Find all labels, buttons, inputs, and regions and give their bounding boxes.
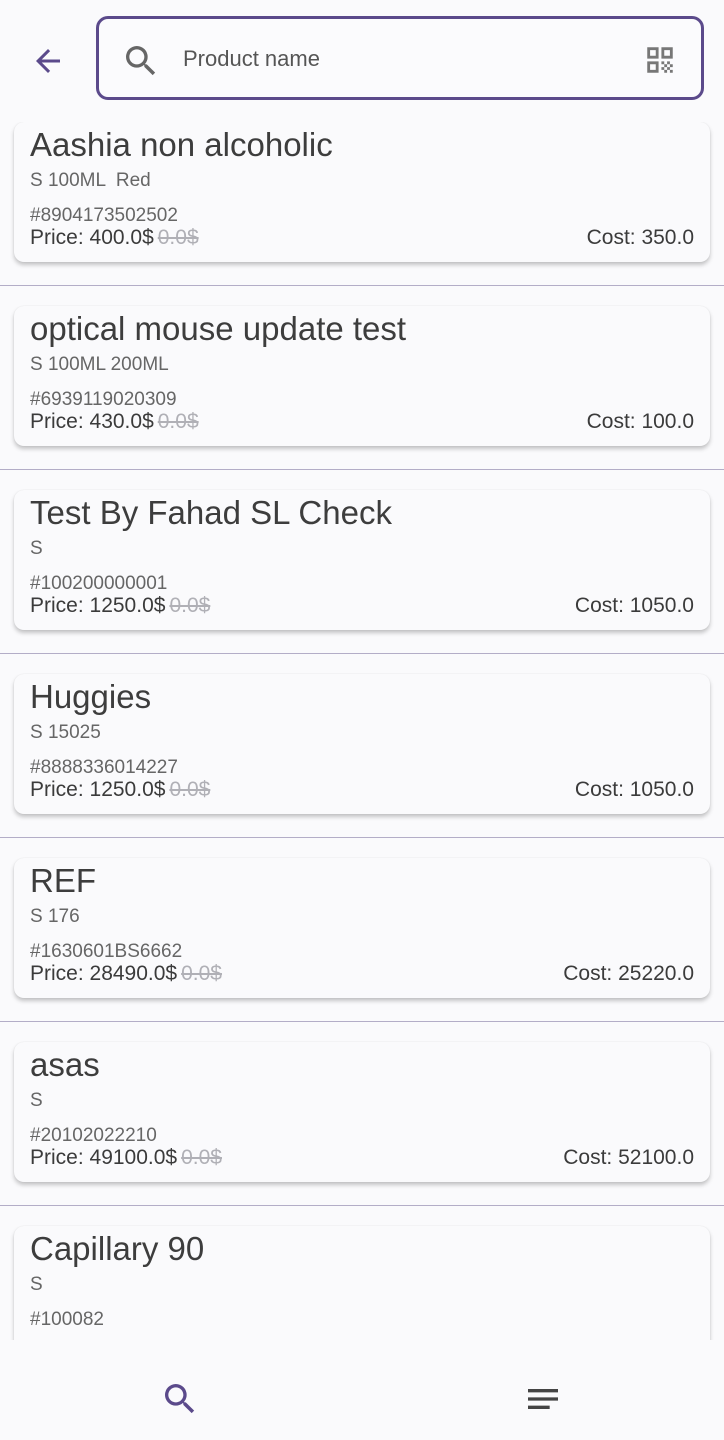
product-price: Price: 28490.0$ 0.0$ xyxy=(30,962,222,986)
product-price: Price: 1250.0$ 0.0$ xyxy=(30,778,210,802)
search-icon xyxy=(165,1384,195,1414)
product-variant: S 100ML 200ML xyxy=(30,354,169,375)
product-card[interactable]: optical mouse update test S 100ML 200ML … xyxy=(14,306,710,446)
product-list-item: Huggies S 15025 #8888336014227 Price: 12… xyxy=(0,654,724,838)
product-cost: Cost: 1050.0 xyxy=(574,594,694,617)
nav-search-button[interactable] xyxy=(152,1374,208,1424)
product-list-item: REF S 176 #1630601BS6662 Price: 28490.0$… xyxy=(0,838,724,1022)
product-card[interactable]: Test By Fahad SL Check S #100200000001 P… xyxy=(14,490,710,630)
old-price: 0.0$ xyxy=(169,778,211,801)
old-price: 0.0$ xyxy=(169,594,211,617)
product-barcode: #8888336014227 xyxy=(30,757,178,778)
product-name: Huggies xyxy=(30,678,152,715)
product-cost: Cost: 1050.0 xyxy=(574,778,694,801)
search-icon xyxy=(126,46,156,76)
price-value: Price: 400.0$ xyxy=(30,226,154,249)
old-price: 0.0$ xyxy=(181,962,222,985)
old-price: 0.0$ xyxy=(157,410,199,433)
qr-code-icon[interactable] xyxy=(643,43,677,77)
product-name: asas xyxy=(30,1046,100,1083)
product-list-item: Aashia non alcoholic S 100ML Red #890417… xyxy=(0,122,724,286)
product-price: Price: 49100.0$ 0.0$ xyxy=(30,1146,222,1170)
product-price: Price: 1250.0$ 0.0$ xyxy=(30,594,210,618)
arrow-left-icon xyxy=(36,49,60,73)
search-field[interactable] xyxy=(96,16,704,100)
top-bar xyxy=(0,0,724,122)
product-list-item: optical mouse update test S 100ML 200ML … xyxy=(0,286,724,470)
product-price: Price: 400.0$ 0.0$ xyxy=(30,226,199,250)
old-price: 0.0$ xyxy=(181,1146,222,1169)
menu-icon xyxy=(528,1389,558,1409)
search-input[interactable] xyxy=(183,37,623,81)
product-cost: Cost: 100.0 xyxy=(586,410,694,433)
product-barcode: #100082 xyxy=(30,1309,104,1330)
product-cost: Cost: 25220.0 xyxy=(563,962,694,985)
product-barcode: #20102022210 xyxy=(30,1125,157,1146)
product-cost: Cost: 52100.0 xyxy=(563,1146,694,1169)
product-barcode: #8904173502502 xyxy=(30,205,178,226)
product-name: REF xyxy=(30,862,96,899)
product-cost: Cost: 350.0 xyxy=(586,226,694,249)
old-price: 0.0$ xyxy=(157,226,199,249)
product-card[interactable]: Capillary 90 S #100082 xyxy=(14,1226,710,1340)
price-value: Price: 430.0$ xyxy=(30,410,154,433)
product-list-item: asas S #20102022210 Price: 49100.0$ 0.0$ … xyxy=(0,1022,724,1206)
bottom-navigation xyxy=(0,1346,724,1440)
product-variant: S xyxy=(30,538,43,559)
product-variant: S 100ML Red xyxy=(30,170,151,191)
product-name: Aashia non alcoholic xyxy=(30,126,333,163)
product-list[interactable]: Aashia non alcoholic S 100ML Red #890417… xyxy=(0,122,724,1340)
product-list-item: Test By Fahad SL Check S #100200000001 P… xyxy=(0,470,724,654)
price-value: Price: 1250.0$ xyxy=(30,594,166,617)
product-search-screen: Aashia non alcoholic S 100ML Red #890417… xyxy=(0,0,724,1440)
product-variant: S 15025 xyxy=(30,722,101,743)
price-value: Price: 49100.0$ xyxy=(30,1146,178,1169)
product-card[interactable]: Aashia non alcoholic S 100ML Red #890417… xyxy=(14,122,710,262)
product-variant: S 176 xyxy=(30,906,80,927)
product-price xyxy=(30,1330,34,1340)
product-variant: S xyxy=(30,1274,43,1295)
product-card[interactable]: Huggies S 15025 #8888336014227 Price: 12… xyxy=(14,674,710,814)
product-name: Capillary 90 xyxy=(30,1230,205,1267)
product-barcode: #6939119020309 xyxy=(30,389,177,410)
product-name: optical mouse update test xyxy=(30,310,407,347)
product-price: Price: 430.0$ 0.0$ xyxy=(30,410,199,434)
price-value: Price: 28490.0$ xyxy=(30,962,178,985)
product-name: Test By Fahad SL Check xyxy=(30,494,392,531)
product-variant: S xyxy=(30,1090,43,1111)
product-card[interactable]: asas S #20102022210 Price: 49100.0$ 0.0$ … xyxy=(14,1042,710,1182)
back-button[interactable] xyxy=(20,36,76,86)
price-value: Price: 1250.0$ xyxy=(30,778,166,801)
product-barcode: #1630601BS6662 xyxy=(30,941,183,962)
product-card[interactable]: REF S 176 #1630601BS6662 Price: 28490.0$… xyxy=(14,858,710,998)
product-barcode: #100200000001 xyxy=(30,573,168,594)
nav-menu-button[interactable] xyxy=(515,1374,571,1424)
product-list-item: Capillary 90 S #100082 xyxy=(0,1206,724,1340)
